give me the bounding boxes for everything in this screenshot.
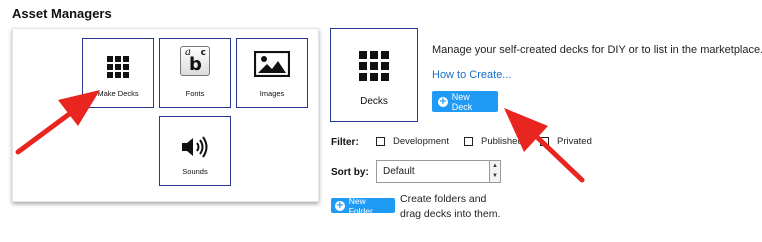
red-arrow-annotation (504, 108, 585, 183)
new-deck-label: New Deck (451, 91, 473, 112)
speaker-icon (182, 136, 208, 158)
grid-icon (359, 51, 389, 81)
fonts-tile[interactable]: a b c Fonts (159, 38, 231, 108)
sort-selected-value: Default (383, 166, 415, 177)
decks-label: Decks (360, 96, 388, 107)
plus-circle-icon: + (335, 199, 345, 211)
fonts-label: Fonts (185, 89, 205, 98)
grid-icon (107, 56, 129, 78)
folder-help-text: Create folders and drag decks into them. (400, 193, 501, 220)
how-to-create-link[interactable]: How to Create... (432, 69, 511, 81)
image-icon (254, 51, 290, 77)
filter-label: Filter: (331, 137, 359, 148)
sounds-tile[interactable]: Sounds (159, 116, 231, 186)
page-title: Asset Managers (12, 6, 112, 21)
published-checkbox[interactable] (464, 137, 473, 146)
sounds-label: Sounds (182, 167, 208, 176)
red-arrow-annotation (15, 90, 100, 155)
new-deck-button[interactable]: + New Deck (432, 91, 498, 112)
plus-circle-icon: + (438, 95, 448, 107)
development-label: Development (393, 136, 449, 147)
filter-development[interactable]: Development (376, 136, 449, 147)
sort-select[interactable]: Default ▲ ▼ (376, 160, 501, 183)
images-tile[interactable]: Images (236, 38, 308, 108)
decks-description: Manage your self-created decks for DIY o… (432, 44, 762, 56)
new-folder-button[interactable]: + New Folder (331, 195, 395, 216)
decks-tile[interactable]: Decks (330, 28, 418, 122)
sort-label: Sort by: (331, 167, 369, 178)
images-label: Images (259, 89, 285, 98)
development-checkbox[interactable] (376, 137, 385, 146)
abc-font-icon: a b c (180, 46, 210, 76)
new-folder-label: New Folder (348, 195, 373, 216)
